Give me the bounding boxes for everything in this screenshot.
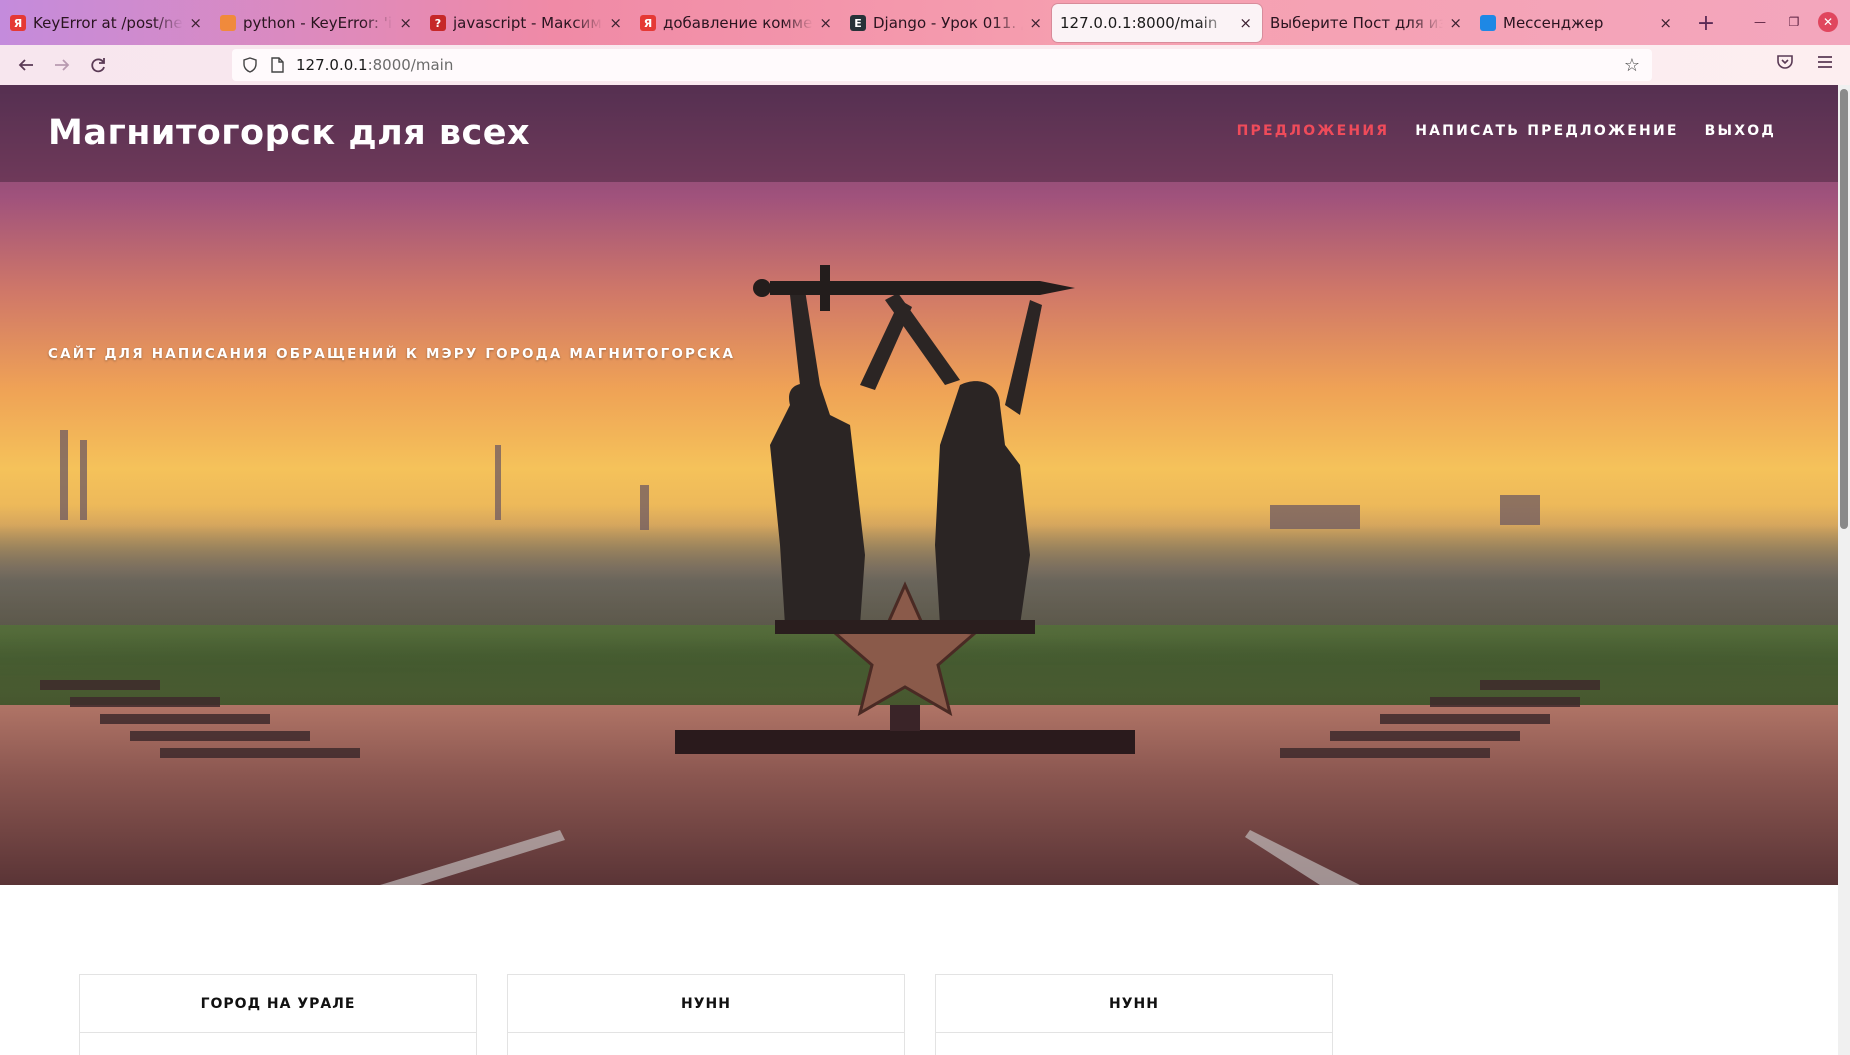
window-controls: — ❐ ✕	[1750, 12, 1838, 32]
yandex-icon: Я	[10, 15, 26, 31]
proposal-card[interactable]: нунн	[507, 974, 905, 1055]
bookmark-star-icon[interactable]: ☆	[1624, 55, 1640, 76]
browser-tab-title: добавление комментариев	[663, 14, 813, 32]
hero-section: Магнитогорск для всех Предложения Написа…	[0, 85, 1838, 885]
hamburger-menu-icon[interactable]	[1816, 53, 1834, 76]
browser-tab-title: Мессенджер	[1503, 14, 1604, 32]
nav-link-write-proposal[interactable]: Написать предложение	[1415, 123, 1678, 139]
reload-icon	[91, 58, 105, 73]
monument-image	[40, 265, 1600, 885]
tab-close-icon[interactable]: ×	[399, 14, 412, 32]
forward-button[interactable]	[44, 49, 80, 81]
hero-subtitle: Сайт для написания обращений к мэру горо…	[48, 346, 736, 362]
reload-button[interactable]	[80, 49, 116, 81]
proposal-cards: Город на Урале нунн нунн	[79, 974, 1333, 1055]
nav-link-logout[interactable]: Выход	[1705, 123, 1776, 139]
browser-tab[interactable]: 127.0.0.1:8000/main ×	[1052, 4, 1262, 42]
url-path: :8000/main	[367, 56, 454, 74]
stackoverflow-icon	[220, 15, 236, 31]
window-close-icon[interactable]: ✕	[1818, 12, 1838, 32]
browser-tab-title: Django - Урок 011. Добавление	[873, 14, 1023, 32]
browser-tab[interactable]: Мессенджер ×	[1472, 4, 1682, 42]
tab-close-icon[interactable]: ×	[189, 14, 202, 32]
toolbar-right	[1776, 53, 1834, 76]
page-scrollbar[interactable]	[1838, 85, 1850, 1055]
browser-tab-title: 127.0.0.1:8000/main	[1060, 14, 1218, 32]
tab-close-icon[interactable]: ×	[1659, 14, 1672, 32]
question-icon: ?	[430, 15, 446, 31]
browser-tab[interactable]: E Django - Урок 011. Добавление ×	[842, 4, 1052, 42]
pocket-icon[interactable]	[1776, 53, 1794, 76]
page-viewport: Магнитогорск для всех Предложения Написа…	[0, 85, 1850, 1055]
browser-nav-bar: 127.0.0.1:8000/main ☆	[0, 45, 1850, 85]
tab-close-icon[interactable]: ×	[609, 14, 622, 32]
scrollbar-thumb[interactable]	[1840, 89, 1848, 529]
proposal-card-title[interactable]: Город на Урале	[80, 975, 476, 1033]
browser-tab[interactable]: ? javascript - Максимальный ×	[422, 4, 632, 42]
tab-close-icon[interactable]: ×	[1239, 14, 1252, 32]
page-icon[interactable]	[270, 57, 284, 73]
tab-close-icon[interactable]: ×	[1449, 14, 1462, 32]
shield-icon[interactable]	[242, 57, 258, 73]
new-tab-button[interactable]: +	[1688, 5, 1724, 41]
messenger-icon	[1480, 15, 1496, 31]
browser-tab[interactable]: Выберите Пост для изменения ×	[1262, 4, 1472, 42]
browser-tab[interactable]: Я KeyError at /post/new/ ×	[2, 4, 212, 42]
browser-tab-title: KeyError at /post/new/	[33, 14, 184, 32]
back-arrow-icon	[18, 59, 33, 71]
forward-arrow-icon	[55, 59, 70, 71]
site-nav: Предложения Написать предложение Выход	[1237, 123, 1776, 139]
browser-tab[interactable]: Ядобавление комментариев ×	[632, 4, 842, 42]
site-header: Магнитогорск для всех Предложения Написа…	[0, 85, 1838, 182]
browser-tab[interactable]: python - KeyError: 'image' ×	[212, 4, 422, 42]
tab-close-icon[interactable]: ×	[819, 14, 832, 32]
proposal-card-title[interactable]: нунн	[936, 975, 1332, 1033]
restore-icon[interactable]: ❐	[1784, 12, 1804, 32]
url-host: 127.0.0.1	[296, 56, 368, 74]
browser-tab-bar: Я KeyError at /post/new/× python - KeyErro…	[0, 0, 1850, 45]
yandex-icon: Я	[640, 15, 656, 31]
address-bar[interactable]: 127.0.0.1:8000/main ☆	[232, 49, 1652, 81]
nav-link-proposals[interactable]: Предложения	[1237, 123, 1390, 139]
minimize-icon[interactable]: —	[1750, 12, 1770, 32]
proposal-card[interactable]: Город на Урале	[79, 974, 477, 1055]
browser-tab-title: python - KeyError: 'image'	[243, 14, 393, 32]
evileg-icon: E	[850, 15, 866, 31]
site-brand-link[interactable]: Магнитогорск для всех	[48, 113, 530, 153]
back-button[interactable]	[8, 49, 44, 81]
browser-tab-title: Выберите Пост для изменения	[1270, 14, 1444, 32]
browser-tab-title: javascript - Максимальный	[453, 14, 603, 32]
proposal-card-title[interactable]: нунн	[508, 975, 904, 1033]
proposal-card[interactable]: нунн	[935, 974, 1333, 1055]
tab-close-icon[interactable]: ×	[1029, 14, 1042, 32]
